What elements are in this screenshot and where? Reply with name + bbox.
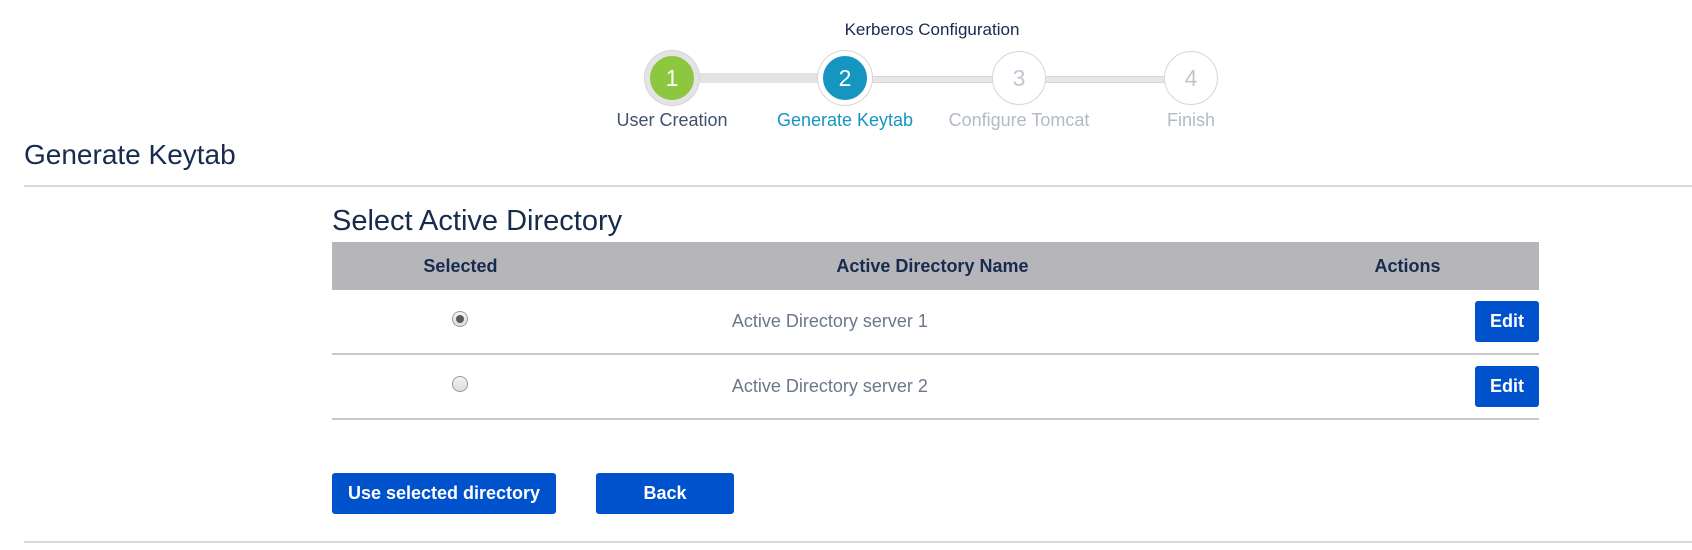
actions-cell: Edit <box>1276 354 1539 420</box>
edit-button-1[interactable]: Edit <box>1475 301 1539 342</box>
edit-button-2[interactable]: Edit <box>1475 366 1539 407</box>
header-actions: Actions <box>1276 242 1539 290</box>
active-directory-table: Selected Active Directory Name Actions A… <box>332 242 1539 420</box>
select-radio-1[interactable] <box>452 311 469 328</box>
step-1-circle[interactable]: 1 <box>645 51 699 105</box>
table-header-row: Selected Active Directory Name Actions <box>332 242 1539 290</box>
actions-cell: Edit <box>1276 290 1539 355</box>
back-button[interactable]: Back <box>596 473 734 514</box>
directory-name: Active Directory server 1 <box>588 290 1276 355</box>
footer-divider <box>24 541 1692 543</box>
directory-name: Active Directory server 2 <box>588 354 1276 420</box>
step-number: 2 <box>838 64 852 91</box>
step-number: 3 <box>1012 64 1026 91</box>
select-cell <box>332 290 589 355</box>
table-row: Active Directory server 2 Edit <box>332 354 1539 420</box>
step-3-circle: 3 <box>992 51 1046 105</box>
step-number: 4 <box>1184 64 1198 91</box>
step-3-label: Configure Tomcat <box>948 110 1090 130</box>
select-radio-2[interactable] <box>452 376 469 393</box>
step-2-label: Generate Keytab <box>776 110 914 130</box>
table-row: Active Directory server 1 Edit <box>332 290 1539 355</box>
header-divider <box>24 185 1692 187</box>
header-selected: Selected <box>332 242 589 290</box>
section-title: Select Active Directory <box>332 205 623 237</box>
header-name: Active Directory Name <box>588 242 1276 290</box>
step-number: 1 <box>665 64 679 91</box>
step-4-circle: 4 <box>1164 51 1218 105</box>
use-selected-directory-button[interactable]: Use selected directory <box>332 473 556 514</box>
step-2-circle[interactable]: 2 <box>818 51 872 105</box>
page-title: Generate Keytab <box>24 139 236 170</box>
step-1-label: User Creation <box>616 110 728 130</box>
select-cell <box>332 354 589 420</box>
wizard-title: Kerberos Configuration <box>844 20 1020 39</box>
step-4-label: Finish <box>1166 110 1215 130</box>
